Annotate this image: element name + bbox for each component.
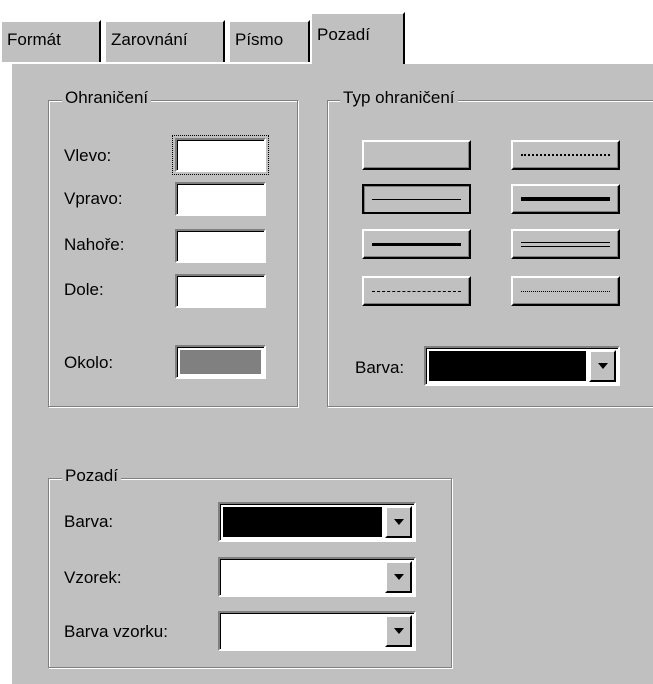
border-style-thin[interactable] — [362, 184, 471, 214]
chevron-down-icon[interactable] — [589, 350, 616, 382]
border-style-dashed[interactable] — [362, 276, 471, 306]
tab-alignment-label: Zarovnání — [111, 30, 188, 49]
border-style-double[interactable] — [511, 229, 620, 259]
pattern-select[interactable] — [218, 557, 416, 597]
pattern-value — [223, 562, 382, 592]
chevron-down-icon[interactable] — [385, 561, 412, 593]
pattern-color-select[interactable] — [218, 611, 416, 651]
around-color-swatch — [180, 350, 261, 374]
border-style-dotted[interactable] — [511, 276, 620, 306]
border-color-value — [429, 351, 586, 381]
tab-format[interactable]: Formát — [0, 20, 101, 62]
tab-font[interactable]: Písmo — [228, 20, 310, 62]
tab-format-label: Formát — [7, 30, 61, 49]
around-border-field[interactable] — [175, 345, 266, 379]
left-border-label: Vlevo: — [64, 146, 112, 165]
pattern-label: Vzorek: — [64, 568, 122, 587]
pattern-color-label: Barva vzorku: — [64, 622, 168, 641]
tab-background[interactable]: Pozadí — [310, 12, 405, 64]
bottom-border-label: Dole: — [64, 280, 104, 299]
tab-background-label: Pozadí — [317, 25, 370, 44]
tab-font-label: Písmo — [235, 30, 284, 49]
border-color-select[interactable] — [424, 346, 620, 386]
around-border-label: Okolo: — [64, 353, 114, 372]
border-style-medium[interactable] — [362, 229, 471, 259]
tab-alignment[interactable]: Zarovnání — [104, 20, 225, 62]
background-color-select[interactable] — [218, 502, 416, 542]
chevron-down-icon[interactable] — [385, 615, 412, 647]
border-color-label: Barva: — [355, 358, 405, 377]
border-style-none[interactable] — [362, 140, 471, 170]
background-color-value — [223, 507, 382, 537]
background-group-title: Pozadí — [62, 466, 121, 486]
border-type-group-title: Typ ohraničení — [340, 88, 458, 108]
top-border-label: Nahoře: — [64, 235, 125, 254]
borders-group-title: Ohraničení — [62, 88, 152, 108]
chevron-down-icon[interactable] — [385, 506, 412, 538]
pattern-color-value — [223, 616, 382, 646]
right-border-label: Vpravo: — [64, 189, 123, 208]
border-style-dotted-fine[interactable] — [511, 140, 620, 170]
background-color-label: Barva: — [64, 512, 114, 531]
bottom-border-field[interactable] — [175, 274, 266, 308]
border-style-thick[interactable] — [511, 184, 620, 214]
right-border-field[interactable] — [175, 182, 266, 216]
left-border-field[interactable] — [172, 135, 269, 175]
top-border-field[interactable] — [175, 229, 266, 263]
